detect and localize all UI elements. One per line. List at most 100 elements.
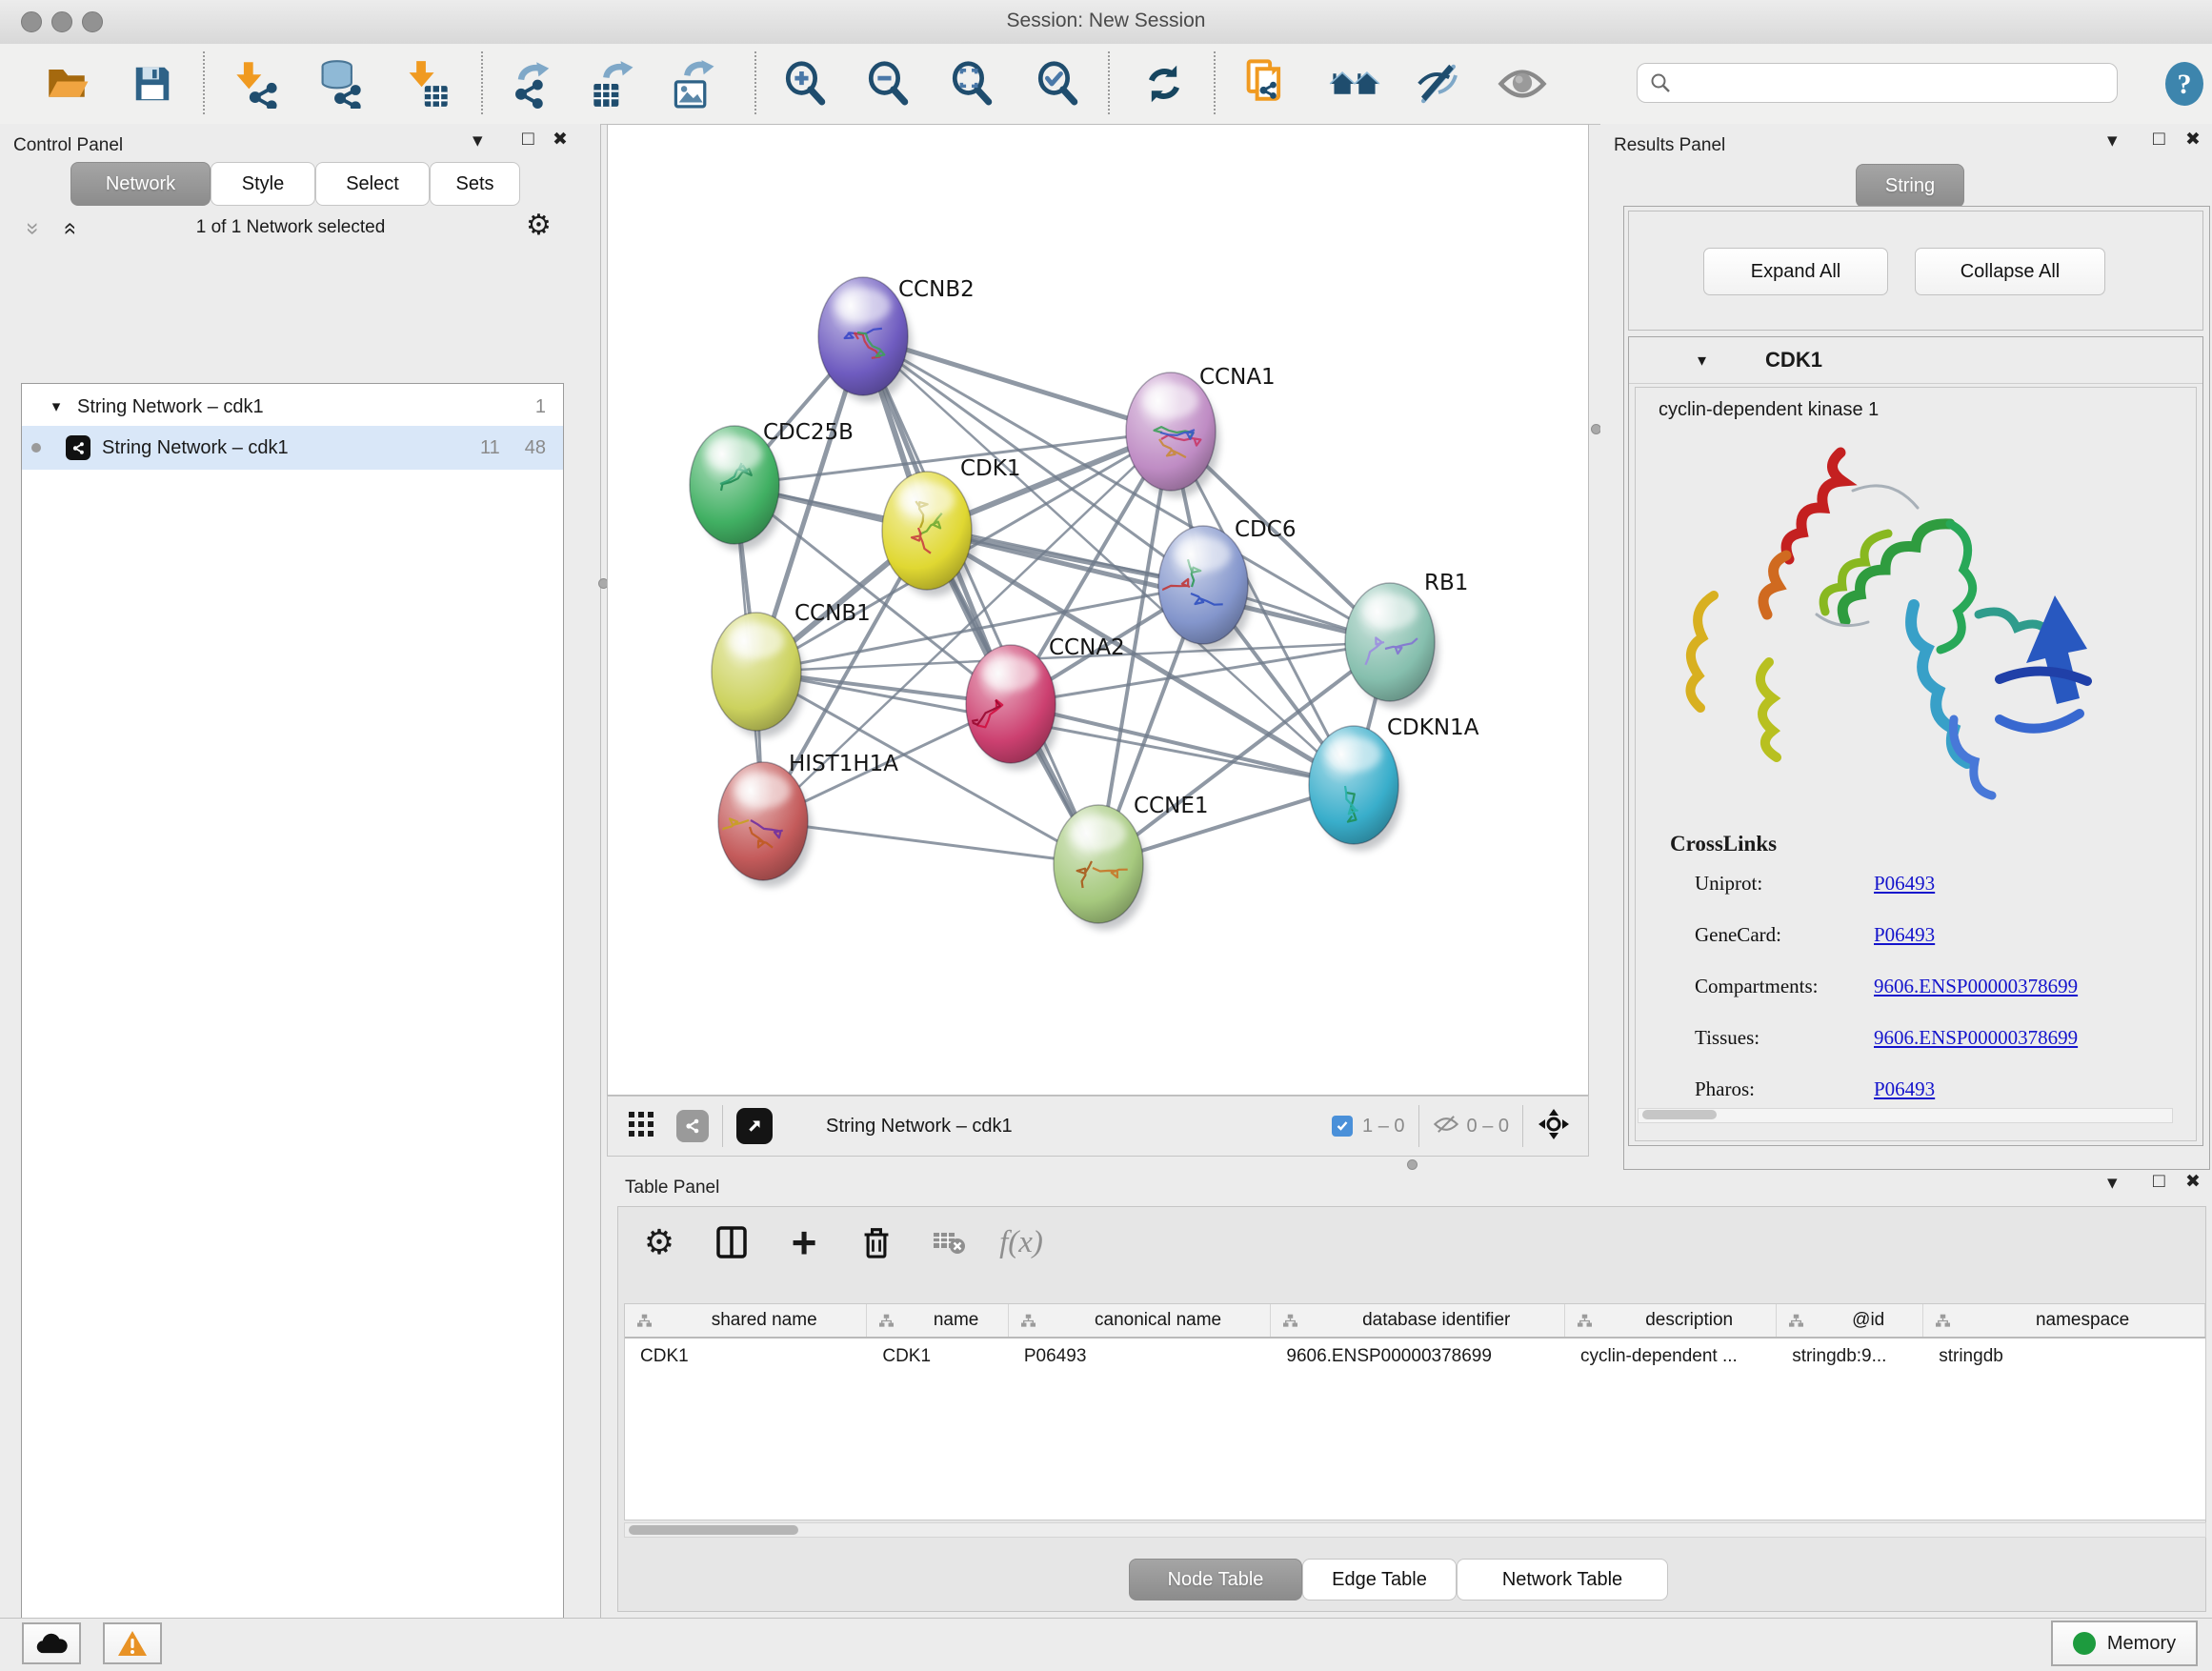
table-cell[interactable]: stringdb:9... xyxy=(1777,1339,1923,1375)
warnings-button[interactable] xyxy=(103,1622,162,1664)
table-options-gear-button[interactable]: ⚙ xyxy=(633,1216,686,1269)
table-cell[interactable]: CDK1 xyxy=(867,1339,1009,1375)
view-network-mode-button[interactable] xyxy=(676,1110,709,1142)
open-session-button[interactable] xyxy=(38,53,95,114)
tab-select[interactable]: Select xyxy=(315,162,430,206)
network-node-ccnb2[interactable]: CCNB2 xyxy=(818,277,975,402)
gene-collapse-arrow-icon[interactable]: ▾ xyxy=(1698,351,1706,371)
birds-eye-view-button[interactable] xyxy=(1537,1107,1571,1146)
first-neighbors-button[interactable] xyxy=(1240,53,1297,114)
table-panel-float-button[interactable]: □ xyxy=(2153,1172,2165,1191)
table-panel-menu-arrow[interactable]: ▾ xyxy=(2107,1174,2118,1193)
node-table[interactable]: shared name namecanonical namedatabase id… xyxy=(624,1303,2206,1520)
crosslink-value-link[interactable]: P06493 xyxy=(1874,923,1935,947)
network-node-cdc25b[interactable]: CDC25B xyxy=(690,420,854,551)
results-panel-float-button[interactable]: □ xyxy=(2153,130,2165,149)
column-header[interactable]: description xyxy=(1565,1304,1777,1337)
column-header[interactable]: name xyxy=(867,1304,1008,1337)
toolbar-search-field[interactable] xyxy=(1637,63,2118,103)
function-builder-button[interactable]: f(x) xyxy=(995,1216,1048,1269)
table-cell[interactable]: P06493 xyxy=(1009,1339,1272,1375)
table-cell[interactable]: cyclin-dependent ... xyxy=(1565,1339,1777,1375)
crosslink-value-link[interactable]: P06493 xyxy=(1874,872,1935,896)
nested-network-button[interactable] xyxy=(1326,53,1383,114)
show-all-button[interactable] xyxy=(1494,53,1551,114)
column-header[interactable]: namespace xyxy=(1923,1304,2205,1337)
network-node-cdkn1a[interactable]: CDKN1A xyxy=(1309,715,1479,851)
delete-table-button[interactable] xyxy=(922,1216,975,1269)
tab-sets[interactable]: Sets xyxy=(430,162,520,206)
import-table-button[interactable] xyxy=(398,53,455,114)
column-header[interactable]: canonical name xyxy=(1009,1304,1272,1337)
search-input[interactable] xyxy=(1672,71,2085,94)
show-columns-button[interactable] xyxy=(705,1216,758,1269)
network-node-ccne1[interactable]: CCNE1 xyxy=(1054,794,1209,930)
export-image-button[interactable] xyxy=(667,53,724,114)
control-panel-close-button[interactable]: ✖ xyxy=(553,131,568,150)
tab-edge-table[interactable]: Edge Table xyxy=(1302,1559,1457,1601)
tab-network-table[interactable]: Network Table xyxy=(1457,1559,1668,1601)
results-panel-close-button[interactable]: ✖ xyxy=(2185,131,2201,150)
gene-section-header[interactable]: ▾ CDK1 xyxy=(1629,337,2202,384)
table-row[interactable]: CDK1CDK1P064939606.ENSP00000378699cyclin… xyxy=(625,1339,2205,1375)
tab-node-table[interactable]: Node Table xyxy=(1129,1559,1302,1601)
network-edge[interactable] xyxy=(763,821,1098,864)
export-network-button[interactable] xyxy=(505,53,562,114)
zoom-in-button[interactable] xyxy=(776,53,834,114)
crosslink-value-link[interactable]: P06493 xyxy=(1874,1077,1935,1101)
help-button[interactable]: ? xyxy=(2163,61,2205,107)
zoom-out-button[interactable] xyxy=(859,53,916,114)
detach-view-button[interactable] xyxy=(736,1108,773,1144)
create-column-button[interactable]: + xyxy=(777,1216,831,1269)
import-network-file-button[interactable] xyxy=(229,53,286,114)
crosslink-value-link[interactable]: 9606.ENSP00000378699 xyxy=(1874,1026,2078,1050)
network-node-ccna1[interactable]: CCNA1 xyxy=(1126,365,1276,497)
column-header[interactable]: @id xyxy=(1777,1304,1923,1337)
network-canvas[interactable]: CCNB2CCNA1CDC25BCDK1CDC6RB1CCNB1CCNA2CDK… xyxy=(607,124,1589,1096)
tab-network[interactable]: Network xyxy=(70,162,211,206)
network-graph[interactable]: CCNB2CCNA1CDC25BCDK1CDC6RB1CCNB1CCNA2CDK… xyxy=(608,125,1588,1095)
network-options-gear-icon[interactable]: ⚙ xyxy=(526,211,552,240)
collapse-all-networks-icon[interactable]: » xyxy=(20,222,47,234)
crosslink-value-link[interactable]: 9606.ENSP00000378699 xyxy=(1874,975,2078,998)
zoom-selected-button[interactable] xyxy=(1029,53,1086,114)
table-hscrollbar[interactable] xyxy=(624,1522,2206,1538)
network-node-rb1[interactable]: RB1 xyxy=(1345,571,1468,708)
zoom-fit-button[interactable] xyxy=(943,53,1000,114)
selected-checkbox-icon[interactable] xyxy=(1332,1116,1353,1137)
horizontal-splitter-handle[interactable] xyxy=(1407,1159,1418,1170)
column-header[interactable]: database identifier xyxy=(1271,1304,1565,1337)
tab-string-results[interactable]: String xyxy=(1856,164,1964,208)
control-panel-menu-arrow[interactable]: ▾ xyxy=(473,131,483,151)
column-header[interactable]: shared name xyxy=(625,1304,867,1337)
results-hscrollbar[interactable] xyxy=(1638,1108,2173,1123)
results-panel-menu-arrow[interactable]: ▾ xyxy=(2107,131,2118,151)
network-edge[interactable] xyxy=(863,336,1098,864)
view-grid-mode-button[interactable] xyxy=(629,1112,654,1141)
memory-button[interactable]: Memory xyxy=(2051,1621,2198,1666)
delete-column-button[interactable] xyxy=(850,1216,903,1269)
save-session-button[interactable] xyxy=(124,53,181,114)
apply-layout-button[interactable] xyxy=(1136,53,1193,114)
tab-style[interactable]: Style xyxy=(211,162,315,206)
network-tree-root-row[interactable]: ▾ String Network – cdk1 1 xyxy=(22,384,563,426)
cloud-status-button[interactable] xyxy=(22,1622,81,1664)
results-hscroll-thumb[interactable] xyxy=(1642,1110,1717,1119)
export-table-button[interactable] xyxy=(586,53,643,114)
import-network-database-button[interactable] xyxy=(312,53,369,114)
table-cell[interactable]: stringdb xyxy=(1923,1339,2205,1375)
network-node-hist1h1a[interactable]: HIST1H1A xyxy=(718,752,899,887)
network-tree-item-row[interactable]: String Network – cdk1 11 48 xyxy=(22,426,563,470)
network-node-ccna2[interactable]: CCNA2 xyxy=(966,635,1125,770)
table-hscroll-thumb[interactable] xyxy=(629,1525,798,1535)
table-cell[interactable]: 9606.ENSP00000378699 xyxy=(1271,1339,1565,1375)
table-cell[interactable]: CDK1 xyxy=(625,1339,867,1375)
tree-expand-arrow-icon[interactable]: ▾ xyxy=(43,397,70,416)
expand-all-networks-icon[interactable]: » xyxy=(56,222,83,234)
control-panel-float-button[interactable]: □ xyxy=(522,130,534,149)
column-header-label: name xyxy=(904,1310,1007,1331)
hide-selected-button[interactable] xyxy=(1410,53,1467,114)
table-panel-close-button[interactable]: ✖ xyxy=(2185,1173,2201,1192)
collapse-all-button[interactable]: Collapse All xyxy=(1915,248,2105,295)
expand-all-button[interactable]: Expand All xyxy=(1703,248,1888,295)
